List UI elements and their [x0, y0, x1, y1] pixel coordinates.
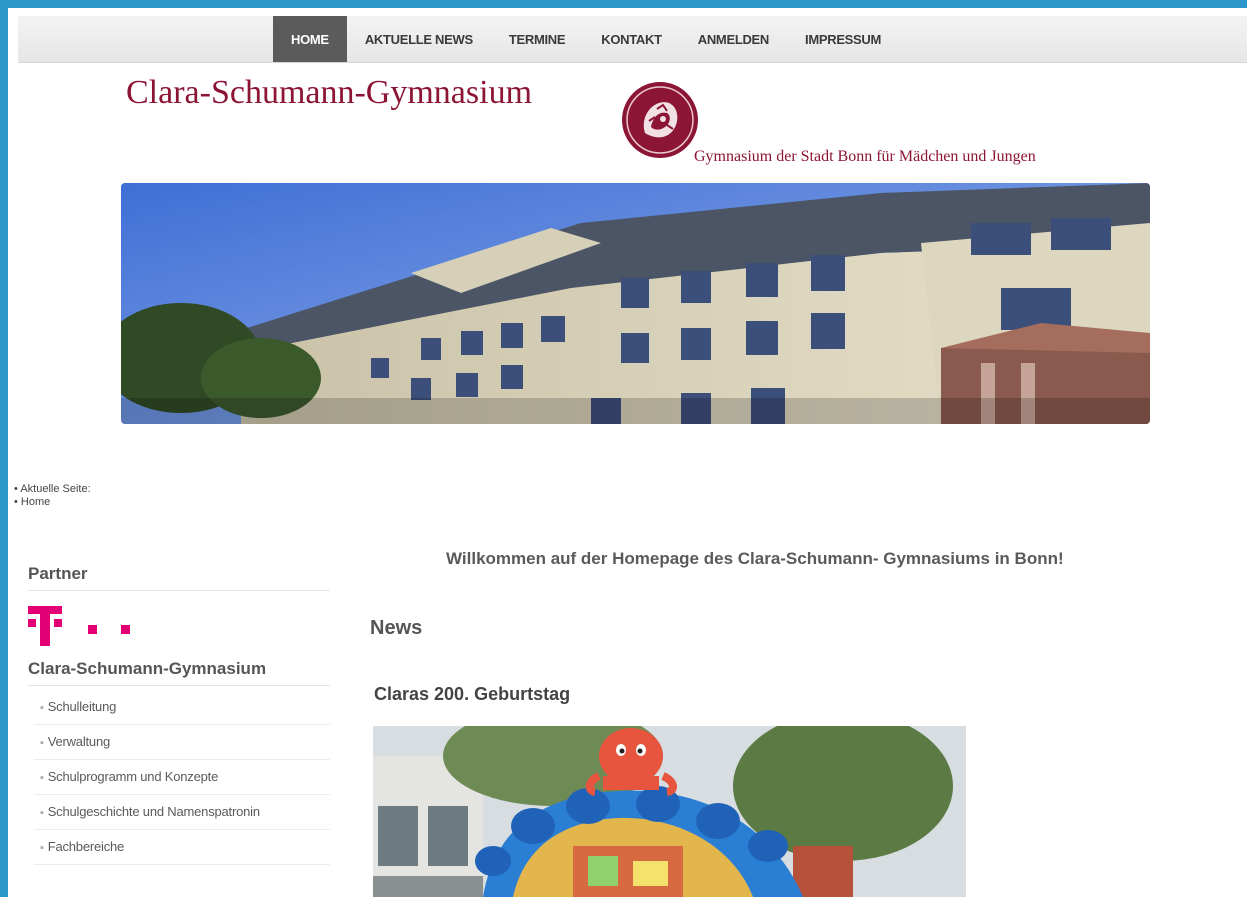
school-seal-icon[interactable]	[621, 81, 699, 159]
sidebar-item-schulgeschichte[interactable]: ▪ Schulgeschichte und Namenspatronin	[34, 795, 330, 830]
main-nav: HOME AKTUELLE NEWS TERMINE KONTAKT ANMEL…	[273, 16, 899, 62]
bullet-icon: ▪	[40, 842, 44, 854]
breadcrumb: Aktuelle Seite: Home	[14, 483, 91, 509]
sidebar-item-label: Verwaltung	[47, 734, 111, 749]
page-frame: HOME AKTUELLE NEWS TERMINE KONTAKT ANMEL…	[8, 8, 1247, 897]
sidebar-item-fachbereiche[interactable]: ▪ Fachbereiche	[34, 830, 330, 865]
telekom-logo-icon	[28, 606, 130, 646]
bouncy-castle-photo[interactable]	[373, 726, 966, 897]
bullet-icon: ▪	[40, 737, 44, 749]
breadcrumb-label: Aktuelle Seite:	[14, 483, 90, 496]
site-title[interactable]: Clara-Schumann-Gymnasium	[126, 74, 532, 112]
nav-home[interactable]: HOME	[273, 16, 347, 62]
sidebar-item-label: Schulgeschichte und Namenspatronin	[47, 804, 260, 819]
sidebar-item-label: Schulleitung	[47, 699, 117, 714]
partner-heading: Partner	[28, 564, 330, 591]
sidebar-item-label: Schulprogramm und Konzepte	[47, 769, 219, 784]
school-menu: ▪ Schulleitung ▪ Verwaltung ▪ Schulprogramm…	[34, 690, 330, 865]
news-heading: News	[370, 617, 423, 639]
article-title[interactable]: Claras 200. Geburtstag	[374, 684, 570, 705]
nav-termine[interactable]: TERMINE	[491, 16, 583, 62]
welcome-heading: Willkommen auf der Homepage des Clara-Sc…	[446, 549, 1064, 568]
nav-impressum[interactable]: IMPRESSUM	[787, 16, 899, 62]
nav-aktuelle-news[interactable]: AKTUELLE NEWS	[347, 16, 491, 62]
bullet-icon: ▪	[40, 772, 44, 784]
bullet-icon: ▪	[40, 807, 44, 819]
sidebar-item-label: Fachbereiche	[47, 839, 125, 854]
bullet-icon: ▪	[40, 702, 44, 714]
sidebar-item-schulleitung[interactable]: ▪ Schulleitung	[34, 690, 330, 725]
school-building-photo	[121, 183, 1150, 424]
breadcrumb-current: Home	[14, 496, 91, 509]
school-menu-heading: Clara-Schumann-Gymnasium	[28, 659, 330, 686]
sidebar-item-verwaltung[interactable]: ▪ Verwaltung	[34, 725, 330, 760]
top-navbar: HOME AKTUELLE NEWS TERMINE KONTAKT ANMEL…	[18, 16, 1247, 63]
nav-kontakt[interactable]: KONTAKT	[583, 16, 679, 62]
nav-anmelden[interactable]: ANMELDEN	[680, 16, 787, 62]
sidebar-item-schulprogramm[interactable]: ▪ Schulprogramm und Konzepte	[34, 760, 330, 795]
sidebar: Partner Clara-Schumann-Gymnasium ▪ Schull…	[28, 564, 330, 865]
telekom-logo[interactable]	[28, 603, 330, 646]
site-subtitle: Gymnasium der Stadt Bonn für Mädchen und…	[694, 148, 1036, 165]
